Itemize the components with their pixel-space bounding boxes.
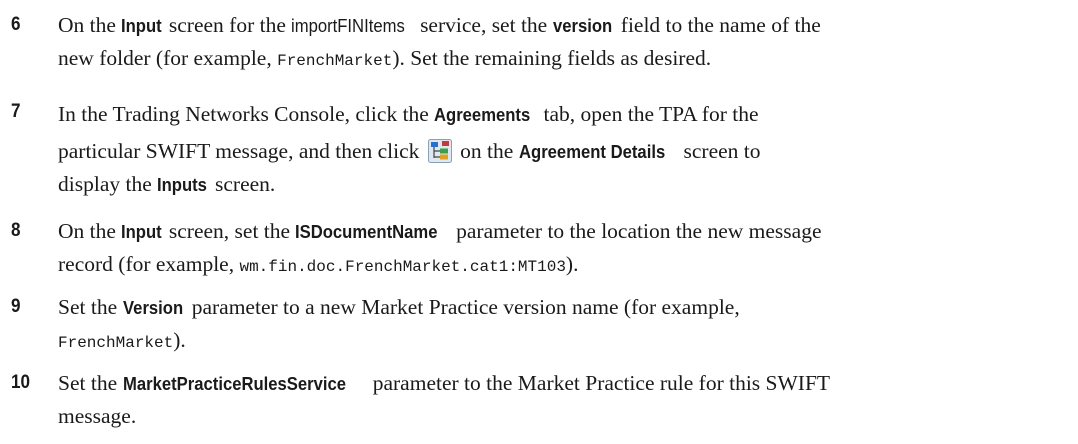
ui-term-input: Input bbox=[121, 15, 162, 36]
text-run: screen to bbox=[678, 139, 761, 163]
tree-icon bbox=[427, 139, 452, 163]
text-run: service, set the bbox=[414, 13, 553, 37]
text-run: screen. bbox=[209, 172, 276, 196]
step-text: Set the MarketPracticeRulesService param… bbox=[58, 367, 1073, 432]
step-number: 7 bbox=[11, 101, 21, 122]
text-run: record (for example, bbox=[58, 252, 240, 276]
code-sample: FrenchMarket bbox=[277, 52, 393, 70]
step-number: 9 bbox=[11, 296, 21, 317]
step-number: 6 bbox=[11, 14, 21, 35]
text-run: particular SWIFT message, and then click bbox=[58, 139, 425, 163]
text-run: parameter to a new Market Practice versi… bbox=[186, 295, 740, 319]
text-run: display the bbox=[58, 172, 158, 196]
text-run: Set the bbox=[58, 295, 123, 319]
procedure-steps: 6 On the Input screen for the importFINI… bbox=[0, 0, 1078, 444]
text-run: screen, set the bbox=[163, 219, 296, 243]
text-run: On the bbox=[58, 219, 122, 243]
text-run: message. bbox=[58, 404, 137, 428]
ui-term-version: Version bbox=[122, 297, 183, 318]
text-run: on the bbox=[454, 139, 519, 163]
text-run: tab, open the TPA for the bbox=[538, 102, 759, 126]
step-number: 10 bbox=[11, 372, 31, 393]
ui-term-marketpracticerulesservice: MarketPracticeRulesService bbox=[122, 373, 346, 394]
step-number: 8 bbox=[11, 220, 21, 241]
ui-term-input: Input bbox=[121, 221, 162, 242]
ui-term-isdocumentname: ISDocumentName bbox=[295, 221, 438, 242]
ui-term-agreements: Agreements bbox=[434, 104, 531, 125]
text-run: In the Trading Networks Console, click t… bbox=[58, 102, 435, 126]
text-run: new folder (for example, bbox=[58, 46, 278, 70]
text-run: ). Set the remaining fields as desired. bbox=[392, 46, 712, 70]
text-run: screen for the bbox=[163, 13, 292, 37]
text-run: parameter to the location the new messag… bbox=[450, 219, 822, 243]
text-run: ). bbox=[173, 328, 186, 352]
text-run: ). bbox=[565, 252, 579, 276]
code-sample: FrenchMarket bbox=[58, 334, 174, 352]
step-text: On the Input screen, set the ISDocumentN… bbox=[58, 215, 1073, 283]
step-text: On the Input screen for the importFINIte… bbox=[58, 9, 1073, 77]
ui-term-version: version bbox=[552, 15, 612, 36]
ui-term-inputs: Inputs bbox=[157, 174, 208, 195]
step-text: In the Trading Networks Console, click t… bbox=[58, 96, 1073, 170]
step-text: Set the Version parameter to a new Marke… bbox=[58, 291, 1073, 359]
text-run: field to the name of the bbox=[615, 13, 821, 37]
text-run: Set the bbox=[58, 371, 123, 395]
step-text-continued: display the Inputs screen. bbox=[58, 168, 1073, 201]
code-sample: wm.fin.doc.FrenchMarket.cat1:MT103 bbox=[239, 258, 566, 276]
text-run: parameter to the Market Practice rule fo… bbox=[367, 371, 831, 395]
ui-term-agreement-details: Agreement Details bbox=[518, 141, 665, 162]
service-name: importFINItems bbox=[291, 15, 406, 36]
text-run: On the bbox=[58, 13, 122, 37]
